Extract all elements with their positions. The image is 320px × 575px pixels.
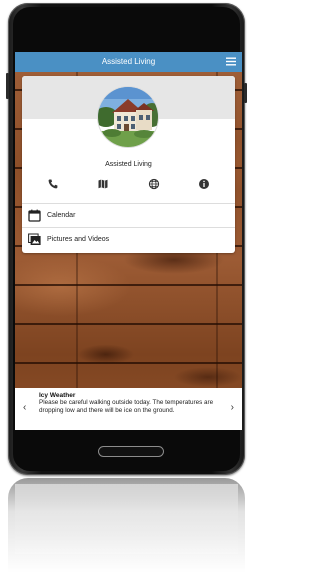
hamburger-menu-icon[interactable] bbox=[226, 57, 236, 66]
globe-icon[interactable] bbox=[148, 178, 160, 190]
volume-key bbox=[6, 73, 9, 99]
app-screen: Assisted Living Assisted Living Calendar… bbox=[15, 52, 242, 430]
app-title: Assisted Living bbox=[101, 57, 156, 66]
pictures-and-videos-link[interactable]: Pictures and Videos bbox=[22, 227, 235, 251]
profile-card: Assisted Living Calendar Pictures and Vi… bbox=[22, 76, 235, 253]
screenshot-stage: Assisted Living Assisted Living Calendar… bbox=[0, 0, 247, 575]
phone-icon[interactable] bbox=[47, 178, 59, 190]
notification-body: Please be careful walking outside today.… bbox=[39, 399, 214, 414]
next-notification-button[interactable]: › bbox=[231, 403, 234, 413]
pictures-and-videos-label: Pictures and Videos bbox=[47, 236, 110, 243]
photo-icon bbox=[28, 233, 41, 245]
screen-reflection bbox=[15, 484, 238, 554]
calendar-link[interactable]: Calendar bbox=[22, 203, 235, 227]
calendar-icon bbox=[28, 209, 41, 222]
app-bar: Assisted Living bbox=[15, 52, 242, 72]
avatar bbox=[98, 87, 158, 147]
home-button[interactable] bbox=[98, 446, 164, 457]
info-icon[interactable] bbox=[198, 178, 210, 190]
map-icon[interactable] bbox=[97, 178, 109, 190]
calendar-label: Calendar bbox=[47, 212, 76, 219]
profile-name: Assisted Living bbox=[105, 161, 152, 168]
notification-banner: ‹ Icy Weather Please be careful walking … bbox=[15, 388, 242, 430]
power-key bbox=[244, 83, 247, 103]
contact-actions bbox=[22, 176, 235, 192]
building-photo bbox=[98, 87, 158, 147]
phone-reflection bbox=[8, 478, 245, 573]
previous-notification-button[interactable]: ‹ bbox=[23, 403, 26, 413]
